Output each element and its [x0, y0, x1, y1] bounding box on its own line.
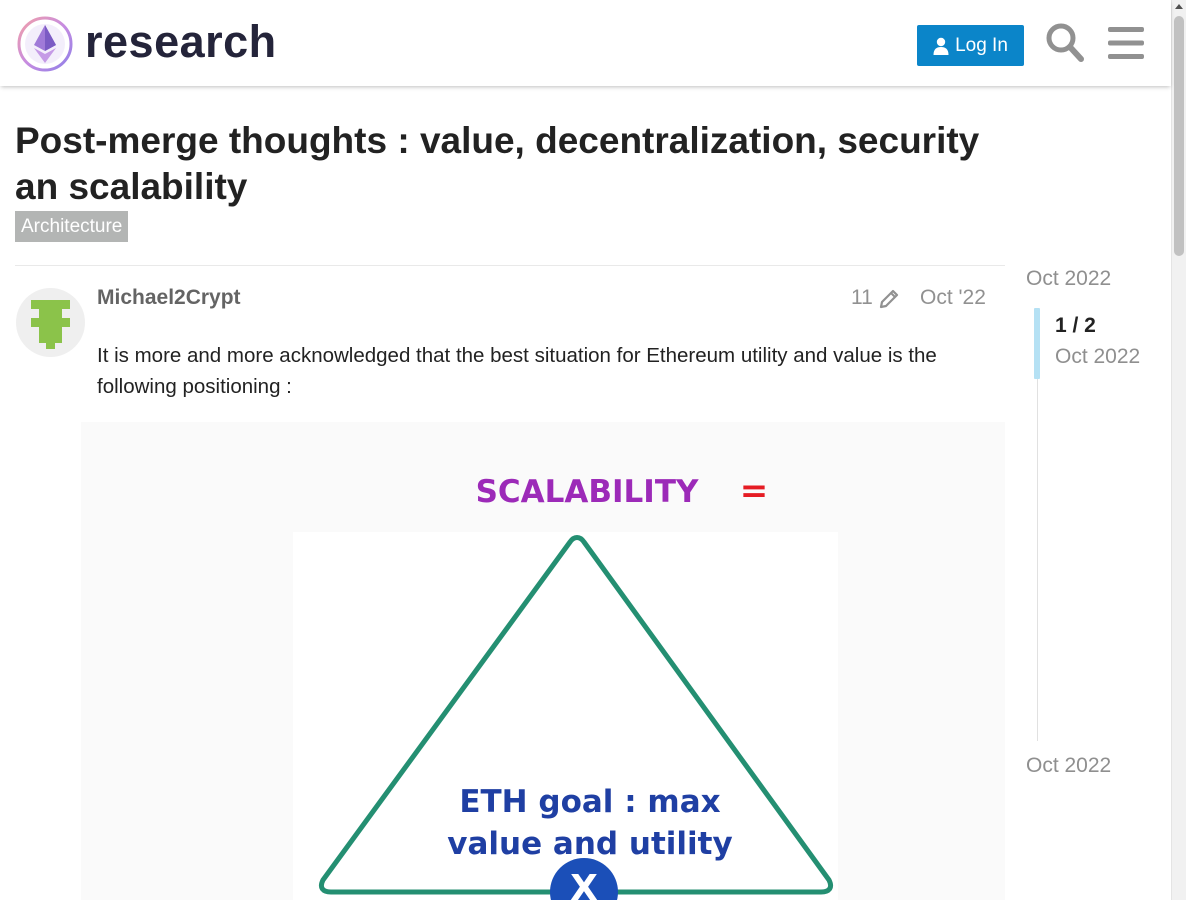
login-button[interactable]: Log In — [917, 25, 1024, 66]
timeline-start-date[interactable]: Oct 2022 — [1026, 267, 1111, 291]
post-divider — [15, 265, 1005, 266]
timeline-handle[interactable] — [1034, 308, 1040, 379]
avatar-identicon — [31, 300, 70, 349]
search-icon[interactable] — [1045, 22, 1085, 64]
diagram-center-line1: ETH goal : max — [459, 784, 720, 820]
diagram-center-line2: value and utility — [447, 826, 732, 862]
post-body-text: It is more and more acknowledged that th… — [97, 344, 937, 398]
scroll-thumb[interactable] — [1174, 16, 1184, 256]
edit-history-button[interactable]: 11 — [851, 286, 901, 310]
menu-icon[interactable] — [1108, 26, 1144, 60]
site-header: research Log In — [0, 0, 1171, 86]
post-date[interactable]: Oct '22 — [920, 286, 986, 310]
timeline-end-date[interactable]: Oct 2022 — [1026, 754, 1111, 778]
user-icon — [933, 37, 949, 55]
login-button-label: Log In — [955, 34, 1008, 56]
diagram-marker-text: X — [570, 868, 598, 900]
page-scrollbar[interactable] — [1171, 0, 1186, 900]
timeline-post-counter: 1 / 2 — [1055, 314, 1096, 337]
timeline-current-date: Oct 2022 — [1055, 345, 1141, 368]
category-badge[interactable]: Architecture — [15, 211, 129, 242]
pencil-icon — [879, 289, 898, 309]
diagram-heading: SCALABILITY — [476, 474, 699, 510]
brand-name[interactable]: research — [85, 14, 277, 70]
topic-title[interactable]: Post-merge thoughts : value, decentraliz… — [15, 118, 1025, 210]
ethereum-logo-icon[interactable] — [17, 16, 73, 72]
edit-count: 11 — [851, 286, 873, 309]
diagram-heading-symbol: = — [740, 471, 769, 511]
scroll-up-arrow-icon[interactable] — [1175, 4, 1183, 9]
avatar[interactable] — [16, 288, 85, 357]
scalability-diagram: SCALABILITY = ETH goal : max value and u… — [81, 422, 1005, 905]
post-author[interactable]: Michael2Crypt — [97, 286, 241, 310]
post-image[interactable]: SCALABILITY = ETH goal : max value and u… — [81, 422, 1005, 905]
